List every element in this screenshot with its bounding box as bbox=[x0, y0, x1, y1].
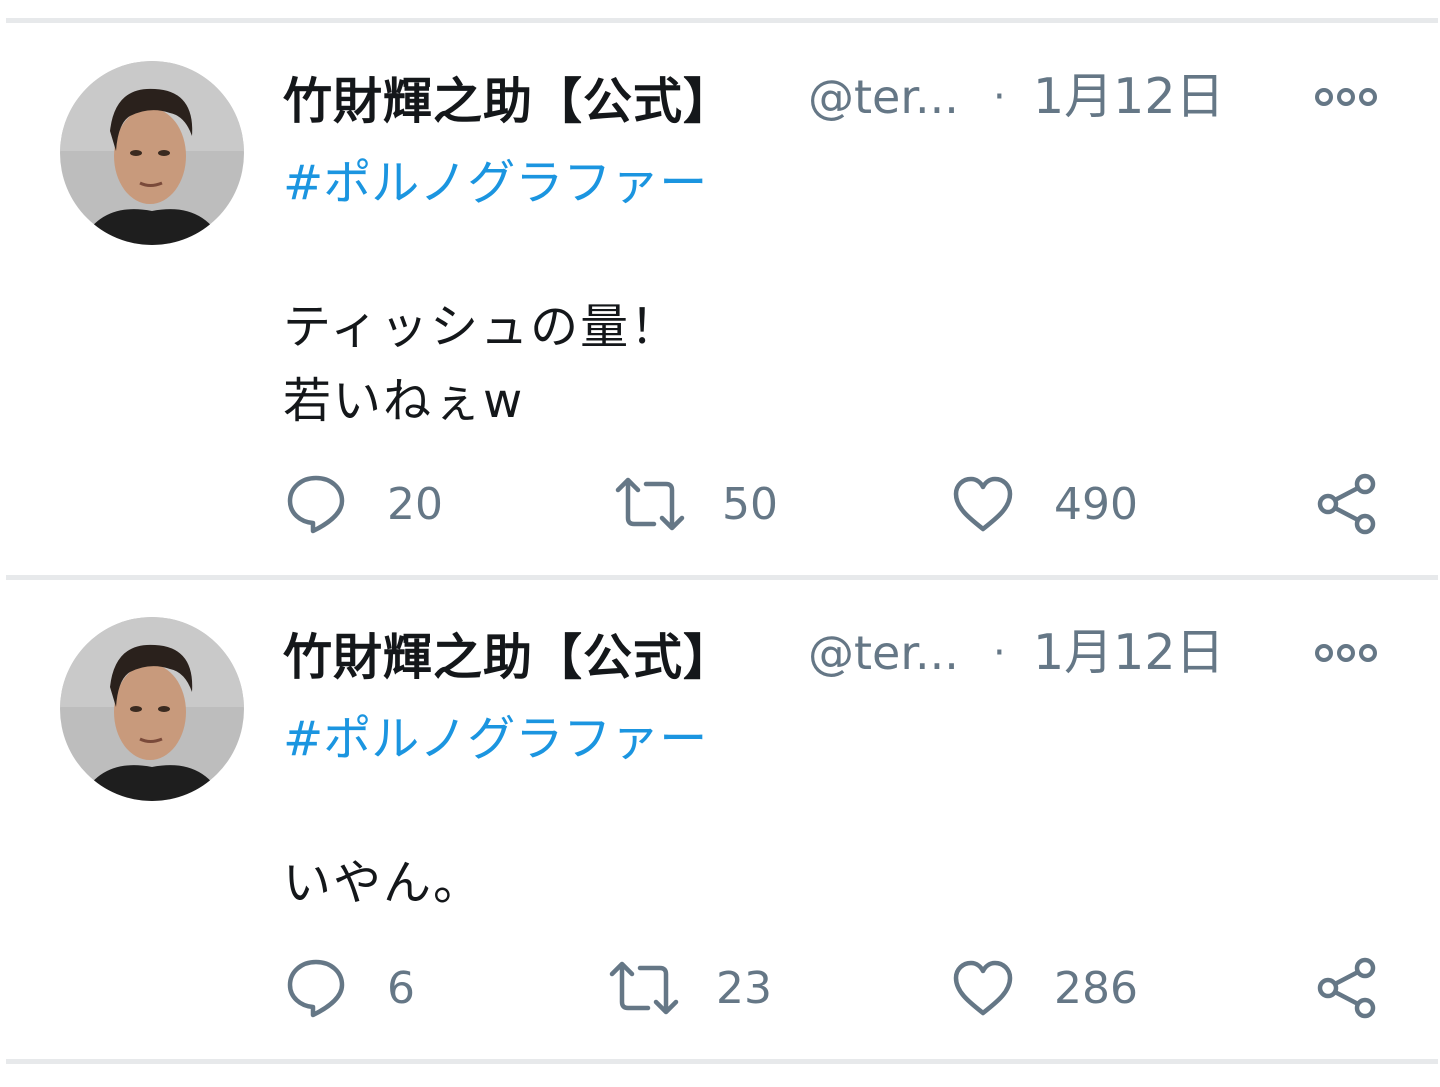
tweet-header: 竹財輝之助【公式】 bbox=[283, 62, 733, 132]
reply-count: 6 bbox=[387, 962, 415, 1014]
hashtag-link[interactable]: #ポルノグラファー bbox=[283, 708, 707, 770]
avatar[interactable] bbox=[60, 61, 244, 245]
divider bbox=[6, 575, 1438, 580]
tweet-feed: 竹財輝之助【公式】 @ter... · 1月12日 #ポルノグラファー ティッシ… bbox=[0, 0, 1440, 1087]
reply-button[interactable]: 6 bbox=[285, 953, 415, 1023]
tweet-date[interactable]: 1月12日 bbox=[1033, 618, 1225, 688]
divider bbox=[6, 18, 1438, 23]
author-name[interactable]: 竹財輝之助【公式】 bbox=[283, 62, 733, 133]
retweet-icon bbox=[608, 960, 680, 1016]
tweet-text-line: 若いねぇw bbox=[283, 373, 525, 429]
reply-icon bbox=[285, 473, 347, 535]
hashtag-link[interactable]: #ポルノグラファー bbox=[283, 152, 707, 214]
like-count: 490 bbox=[1054, 478, 1138, 530]
tweet-text-line: いやん。 bbox=[283, 855, 484, 911]
avatar[interactable] bbox=[60, 617, 244, 801]
reply-button[interactable]: 20 bbox=[285, 469, 443, 539]
retweet-button[interactable]: 50 bbox=[614, 469, 778, 539]
retweet-icon bbox=[614, 476, 686, 532]
tweet-date[interactable]: 1月12日 bbox=[1033, 62, 1225, 132]
share-icon bbox=[1315, 956, 1379, 1020]
author-name[interactable]: 竹財輝之助【公式】 bbox=[283, 618, 733, 689]
separator-dot: · bbox=[993, 74, 1006, 120]
tweet-text-line: ティッシュの量！ bbox=[283, 299, 681, 355]
share-button[interactable] bbox=[1315, 953, 1379, 1023]
share-icon bbox=[1315, 472, 1379, 536]
reply-icon bbox=[285, 957, 347, 1019]
like-button[interactable]: 286 bbox=[952, 953, 1138, 1023]
like-count: 286 bbox=[1054, 962, 1138, 1014]
retweet-button[interactable]: 23 bbox=[608, 953, 772, 1023]
reply-count: 20 bbox=[387, 478, 443, 530]
retweet-count: 50 bbox=[722, 478, 778, 530]
author-handle[interactable]: @ter... bbox=[808, 62, 959, 132]
tweet-header: 竹財輝之助【公式】 bbox=[283, 618, 733, 688]
share-button[interactable] bbox=[1315, 469, 1379, 539]
divider bbox=[6, 1059, 1438, 1064]
separator-dot: · bbox=[993, 630, 1006, 676]
heart-icon bbox=[952, 959, 1014, 1017]
retweet-count: 23 bbox=[716, 962, 772, 1014]
more-options-icon[interactable] bbox=[1313, 618, 1379, 688]
heart-icon bbox=[952, 475, 1014, 533]
author-handle[interactable]: @ter... bbox=[808, 618, 959, 688]
like-button[interactable]: 490 bbox=[952, 469, 1138, 539]
more-options-icon[interactable] bbox=[1313, 62, 1379, 132]
